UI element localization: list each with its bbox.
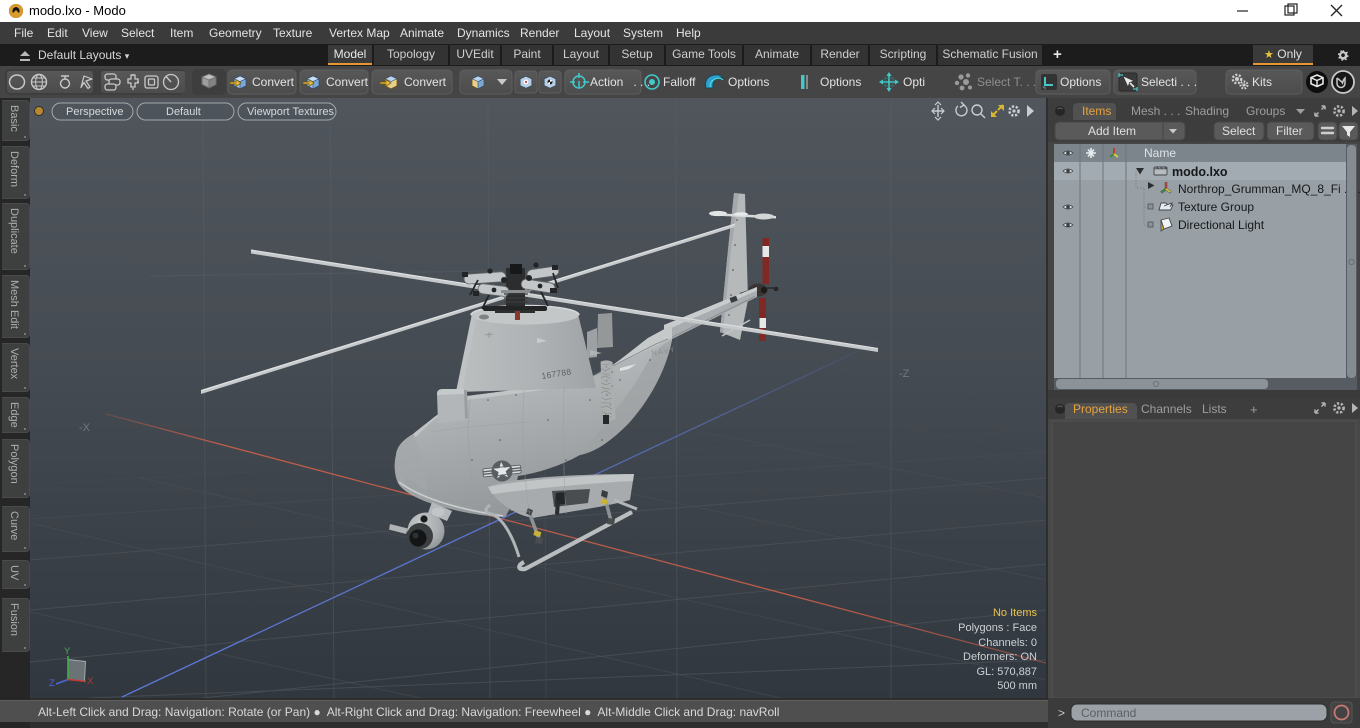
svg-text:Directional Light: Directional Light <box>1178 218 1265 232</box>
svg-text:Default: Default <box>166 106 201 118</box>
svg-text:Shading: Shading <box>1185 104 1229 118</box>
svg-text:GL: 570,887: GL: 570,887 <box>976 666 1037 678</box>
svg-text:Action . . .: Action . . . <box>590 75 650 89</box>
svg-text:Mesh . . .: Mesh . . . <box>1131 104 1180 118</box>
svg-text:Options: Options <box>820 75 861 89</box>
svg-text:Groups: Groups <box>1246 104 1285 118</box>
svg-text:Name: Name <box>1144 146 1176 160</box>
svg-text:Texture Group: Texture Group <box>1178 200 1254 214</box>
svg-text:Filter: Filter <box>1276 124 1303 138</box>
svg-text:Convert: Convert <box>252 75 295 89</box>
svg-text:Channels: Channels <box>1141 402 1192 416</box>
svg-text:Options: Options <box>728 75 769 89</box>
svg-text:Z: Z <box>49 678 55 689</box>
svg-text:Deformers: ON: Deformers: ON <box>963 651 1037 663</box>
svg-text:Perspective: Perspective <box>66 106 123 118</box>
svg-text:Polygons : Face: Polygons : Face <box>958 622 1037 634</box>
svg-text:Command: Command <box>1081 706 1136 720</box>
svg-text:Add Item: Add Item <box>1088 124 1136 138</box>
svg-text:-Z: -Z <box>899 368 910 380</box>
svg-text:Channels: 0: Channels: 0 <box>978 637 1037 649</box>
svg-text:Properties: Properties <box>1073 402 1128 416</box>
svg-text:500 mm: 500 mm <box>997 680 1037 692</box>
svg-text:Items: Items <box>1082 104 1111 118</box>
svg-text:Selecti . . .: Selecti . . . <box>1141 75 1197 89</box>
svg-text:>: > <box>1058 706 1065 720</box>
svg-text:Opti: Opti <box>903 75 925 89</box>
svg-text:Lists: Lists <box>1202 402 1227 416</box>
svg-text:Northrop_Grumman_MQ_8_Fi . . .: Northrop_Grumman_MQ_8_Fi . . . <box>1178 182 1360 196</box>
svg-text:+: + <box>1250 402 1258 417</box>
svg-text:No Items: No Items <box>993 607 1038 619</box>
svg-text:-X: -X <box>79 422 91 434</box>
svg-text:Select: Select <box>1222 124 1256 138</box>
svg-text:Convert: Convert <box>326 75 369 89</box>
svg-text:Select T. . .: Select T. . . <box>977 75 1036 89</box>
svg-text:modo.lxo: modo.lxo <box>1172 165 1228 179</box>
svg-text:Y: Y <box>64 646 71 657</box>
svg-text:Falloff: Falloff <box>663 75 696 89</box>
svg-text:Options: Options <box>1060 75 1101 89</box>
svg-text:Viewport Textures: Viewport Textures <box>247 106 335 118</box>
svg-text:X: X <box>87 676 94 687</box>
svg-text:Kits: Kits <box>1252 75 1272 89</box>
svg-text:Convert: Convert <box>404 75 447 89</box>
